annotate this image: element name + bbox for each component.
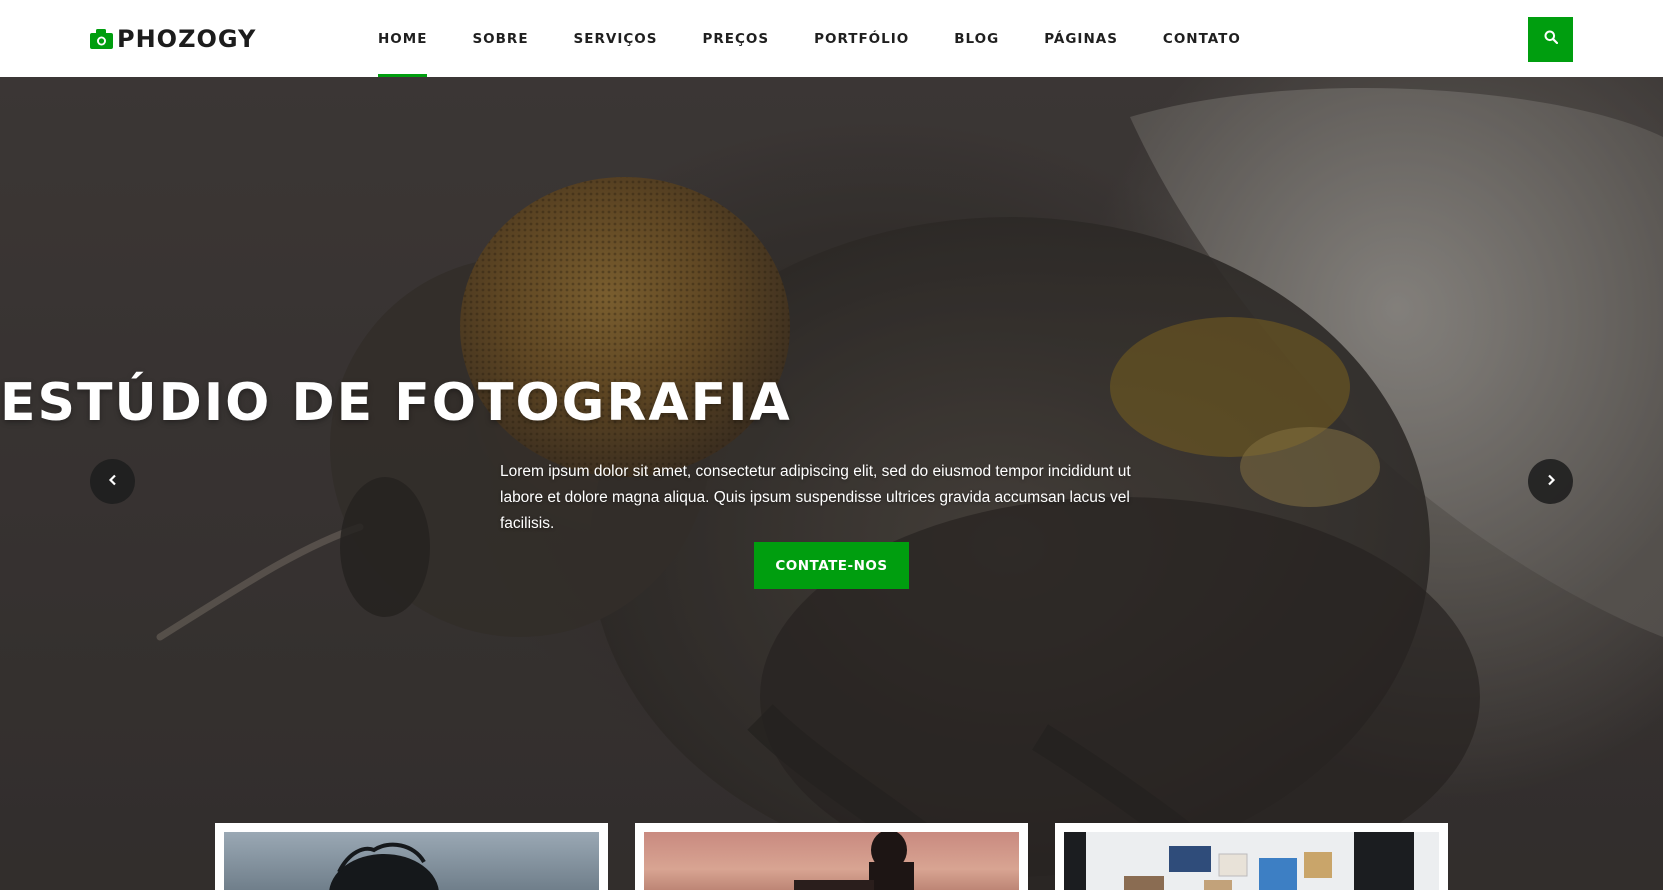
silhouette-photo [224, 832, 599, 890]
logo-text: PHOZOGY [117, 25, 257, 53]
nav-item-blog[interactable]: BLOG [946, 0, 1007, 77]
nav-item-home[interactable]: HOME [370, 0, 435, 77]
logo[interactable]: PHOZOGY [90, 25, 256, 53]
feature-card[interactable] [1055, 823, 1448, 890]
feature-card[interactable] [215, 823, 608, 890]
camera-icon [90, 29, 113, 49]
gallery-wall-photo [1064, 832, 1439, 890]
sunset-photographer-photo [644, 832, 1019, 890]
hero-slider: ESTÚDIO DE FOTOGRAFIA Lorem ipsum dolor … [0, 77, 1663, 890]
nav-item-contato[interactable]: CONTATO [1155, 0, 1249, 77]
nav-item-precos[interactable]: PREÇOS [694, 0, 777, 77]
nav-item-sobre[interactable]: SOBRE [464, 0, 536, 77]
search-icon [1544, 30, 1558, 49]
hero-title: ESTÚDIO DE FOTOGRAFIA [0, 373, 792, 433]
main-nav: HOME SOBRE SERVIÇOS PREÇOS PORTFÓLIO BLO… [370, 0, 1278, 77]
nav-item-servicos[interactable]: SERVIÇOS [566, 0, 666, 77]
contact-button[interactable]: CONTATE-NOS [754, 542, 909, 589]
chevron-right-icon [1545, 473, 1557, 491]
site-header: PHOZOGY HOME SOBRE SERVIÇOS PREÇOS PORTF… [0, 0, 1663, 77]
slider-prev-button[interactable] [90, 459, 135, 504]
search-button[interactable] [1528, 17, 1573, 62]
nav-item-paginas[interactable]: PÁGINAS [1036, 0, 1126, 77]
chevron-left-icon [107, 473, 119, 491]
nav-item-portfolio[interactable]: PORTFÓLIO [806, 0, 917, 77]
hero-description: Lorem ipsum dolor sit amet, consectetur … [500, 463, 1131, 532]
feature-card[interactable] [635, 823, 1028, 890]
slider-next-button[interactable] [1528, 459, 1573, 504]
